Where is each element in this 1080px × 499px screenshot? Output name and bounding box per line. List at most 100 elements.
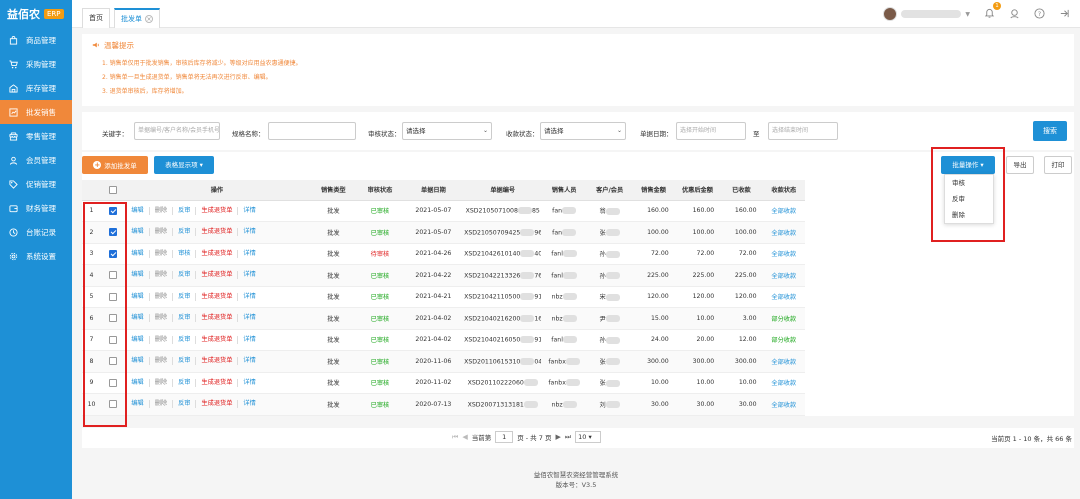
last-page-icon[interactable]: ⏭ <box>565 433 571 442</box>
create-return-link[interactable]: 生成退货单 <box>196 249 239 258</box>
export-button[interactable]: 导出 <box>1006 156 1034 174</box>
reverse-audit-link[interactable]: 反审 <box>173 314 197 323</box>
edit-link[interactable]: 编辑 <box>126 335 150 344</box>
table-row[interactable]: 1 编辑 删除 反审 生成退货单 详情 批发 已审核 2021-05-07 XSD21050710… <box>82 200 805 222</box>
support-icon[interactable] <box>1009 8 1020 21</box>
pay-status-select[interactable]: 请选择 ⌄ <box>540 122 626 140</box>
delete-link[interactable]: 删除 <box>150 335 174 344</box>
select-all-checkbox[interactable] <box>108 185 117 194</box>
create-return-link[interactable]: 生成退货单 <box>196 206 239 215</box>
reverse-audit-link[interactable]: 反审 <box>173 228 197 237</box>
page-number-input[interactable]: 1 <box>495 431 514 443</box>
row-checkbox[interactable] <box>108 357 117 366</box>
delete-link[interactable]: 删除 <box>150 206 174 215</box>
detail-link[interactable]: 详情 <box>238 207 260 215</box>
create-return-link[interactable]: 生成退货单 <box>196 271 239 280</box>
edit-link[interactable]: 编辑 <box>126 249 150 258</box>
row-checkbox[interactable] <box>108 335 117 344</box>
brand-logo[interactable]: 益佰农 ERP <box>0 0 72 28</box>
sidebar-item[interactable]: 系统设置 <box>0 244 72 268</box>
help-icon[interactable]: ? <box>1034 7 1045 21</box>
detail-link[interactable]: 详情 <box>238 228 260 236</box>
delete-link[interactable]: 删除 <box>150 378 174 387</box>
detail-link[interactable]: 详情 <box>238 357 260 365</box>
sidebar-item[interactable]: 会员管理 <box>0 148 72 172</box>
create-return-link[interactable]: 生成退货单 <box>196 357 239 366</box>
delete-link[interactable]: 删除 <box>150 400 174 409</box>
detail-link[interactable]: 详情 <box>238 293 260 301</box>
row-checkbox[interactable] <box>108 378 117 387</box>
edit-link[interactable]: 编辑 <box>126 228 150 237</box>
row-checkbox[interactable] <box>108 292 117 301</box>
tab-home[interactable]: 首页 <box>82 8 110 28</box>
delete-link[interactable]: 删除 <box>150 249 174 258</box>
reverse-audit-link[interactable]: 反审 <box>173 292 197 301</box>
search-button[interactable]: 搜索 <box>1033 121 1067 141</box>
row-checkbox[interactable] <box>108 206 117 215</box>
sidebar-item[interactable]: 批发销售 <box>0 100 72 124</box>
detail-link[interactable]: 详情 <box>238 314 260 322</box>
sidebar-item[interactable]: 商品管理 <box>0 28 72 52</box>
reverse-audit-link[interactable]: 反审 <box>173 206 197 215</box>
reverse-audit-link[interactable]: 反审 <box>173 400 197 409</box>
table-row[interactable]: 10 编辑 删除 反审 生成退货单 详情 批发 已审核 2020-07-13 XSD2007131… <box>82 393 805 416</box>
reverse-audit-link[interactable]: 反审 <box>173 271 197 280</box>
close-tab-icon[interactable]: × <box>145 15 153 23</box>
edit-link[interactable]: 编辑 <box>126 357 150 366</box>
keyword-input[interactable]: 单据编号/客户名称/会员手机号 <box>134 122 220 140</box>
row-checkbox[interactable] <box>108 314 117 323</box>
date-start-input[interactable]: 选择开始时间 <box>676 122 746 140</box>
delete-link[interactable]: 删除 <box>150 314 174 323</box>
table-row[interactable]: 7 编辑 删除 反审 生成退货单 详情 批发 已审核 2021-04-02 XSD21040216… <box>82 329 805 351</box>
edit-link[interactable]: 编辑 <box>126 400 150 409</box>
create-return-link[interactable]: 生成退货单 <box>196 314 239 323</box>
print-button[interactable]: 打印 <box>1044 156 1072 174</box>
edit-link[interactable]: 编辑 <box>126 206 150 215</box>
sidebar-item[interactable]: 采购管理 <box>0 52 72 76</box>
detail-link[interactable]: 详情 <box>238 336 260 344</box>
create-return-link[interactable]: 生成退货单 <box>196 335 239 344</box>
tab-wholesale-order[interactable]: 批发单 × <box>114 8 160 28</box>
create-return-link[interactable]: 生成退货单 <box>196 292 239 301</box>
reverse-audit-link[interactable]: 反审 <box>173 335 197 344</box>
sidebar-item[interactable]: 库存管理 <box>0 76 72 100</box>
edit-link[interactable]: 编辑 <box>126 292 150 301</box>
row-checkbox[interactable] <box>108 271 117 280</box>
detail-link[interactable]: 详情 <box>238 400 260 408</box>
row-checkbox[interactable] <box>108 400 117 409</box>
delete-link[interactable]: 删除 <box>150 357 174 366</box>
logout-icon[interactable] <box>1059 8 1070 21</box>
table-columns-button[interactable]: 表格显示项 ▾ <box>154 156 214 174</box>
sidebar-item[interactable]: 财务管理 <box>0 196 72 220</box>
sidebar-item[interactable]: 台账记录 <box>0 220 72 244</box>
table-row[interactable]: 6 编辑 删除 反审 生成退货单 详情 批发 已审核 2021-04-02 XSD21040216… <box>82 307 805 330</box>
detail-link[interactable]: 详情 <box>238 379 260 387</box>
detail-link[interactable]: 详情 <box>238 271 260 279</box>
user-menu[interactable]: ▼ <box>883 7 970 21</box>
table-row[interactable]: 2 编辑 删除 反审 生成退货单 详情 批发 已审核 2021-05-07 XSD21050709… <box>82 221 805 244</box>
row-checkbox[interactable] <box>108 249 117 258</box>
table-row[interactable]: 3 编辑 删除 审核 生成退货单 详情 批发 待审核 2021-04-26 XSD21042610… <box>82 243 805 265</box>
page-size-select[interactable]: 10 ▾ <box>575 431 602 443</box>
menu-item-delete[interactable]: 删除 <box>945 207 993 223</box>
menu-item-audit[interactable]: 审核 <box>945 175 993 191</box>
detail-link[interactable]: 详情 <box>238 250 260 258</box>
edit-link[interactable]: 编辑 <box>126 271 150 280</box>
create-return-link[interactable]: 生成退货单 <box>196 228 239 237</box>
table-row[interactable]: 5 编辑 删除 反审 生成退货单 详情 批发 已审核 2021-04-21 XSD21042110… <box>82 286 805 308</box>
audit-status-select[interactable]: 请选择 ⌄ <box>402 122 492 140</box>
date-end-input[interactable]: 选择结束时间 <box>768 122 838 140</box>
table-row[interactable]: 4 编辑 删除 反审 生成退货单 详情 批发 已审核 2021-04-22 XSD21042213… <box>82 264 805 287</box>
reverse-audit-link[interactable]: 反审 <box>173 378 197 387</box>
edit-link[interactable]: 编辑 <box>126 314 150 323</box>
delete-link[interactable]: 删除 <box>150 271 174 280</box>
audit-link[interactable]: 审核 <box>173 249 197 258</box>
sidebar-item[interactable]: 零售管理 <box>0 124 72 148</box>
delete-link[interactable]: 删除 <box>150 228 174 237</box>
create-return-link[interactable]: 生成退货单 <box>196 378 239 387</box>
bell-icon[interactable]: 1 <box>984 1 1001 21</box>
spec-input[interactable] <box>268 122 356 140</box>
table-row[interactable]: 8 编辑 删除 反审 生成退货单 详情 批发 已审核 2020-11-06 XSD20110615… <box>82 350 805 373</box>
sidebar-item[interactable]: 促销管理 <box>0 172 72 196</box>
menu-item-reverse-audit[interactable]: 反审 <box>945 191 993 207</box>
